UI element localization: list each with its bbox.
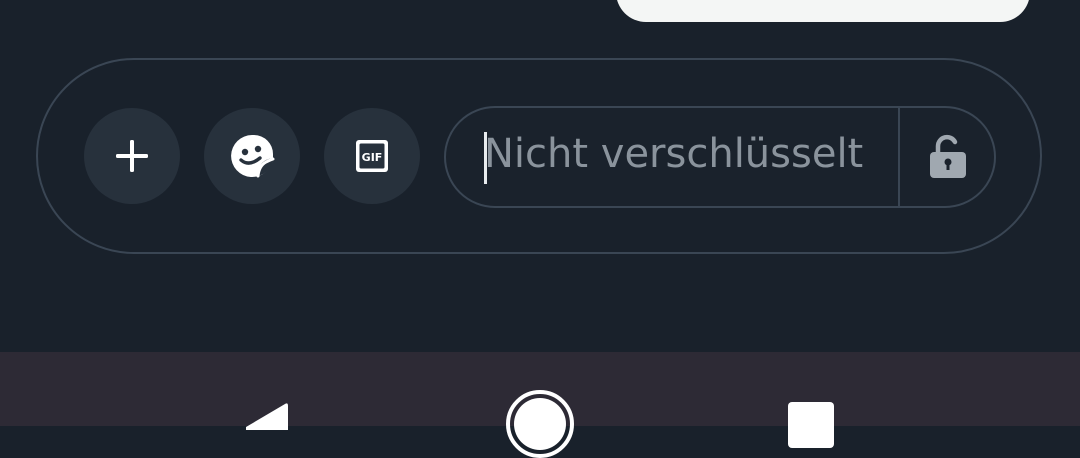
message-input-text[interactable]: Nicht verschlüsselt bbox=[484, 126, 884, 182]
text-cursor bbox=[484, 132, 487, 184]
system-navigation-bar bbox=[0, 352, 1080, 458]
gif-button[interactable]: GIF bbox=[324, 108, 420, 204]
encryption-toggle-button[interactable] bbox=[900, 108, 994, 206]
message-input-field[interactable]: Nicht verschlüsselt bbox=[444, 106, 996, 208]
sticker-button[interactable] bbox=[204, 108, 300, 204]
attach-button[interactable] bbox=[84, 108, 180, 204]
home-button[interactable] bbox=[506, 390, 574, 458]
gif-icon: GIF bbox=[356, 140, 388, 172]
message-bubble[interactable] bbox=[616, 0, 1030, 22]
recents-square-icon[interactable] bbox=[788, 402, 834, 448]
home-circle-icon bbox=[514, 398, 566, 450]
gif-label: GIF bbox=[362, 151, 383, 164]
plus-icon bbox=[116, 140, 148, 172]
sticker-icon bbox=[231, 135, 275, 178]
unlocked-padlock-icon bbox=[930, 134, 966, 178]
